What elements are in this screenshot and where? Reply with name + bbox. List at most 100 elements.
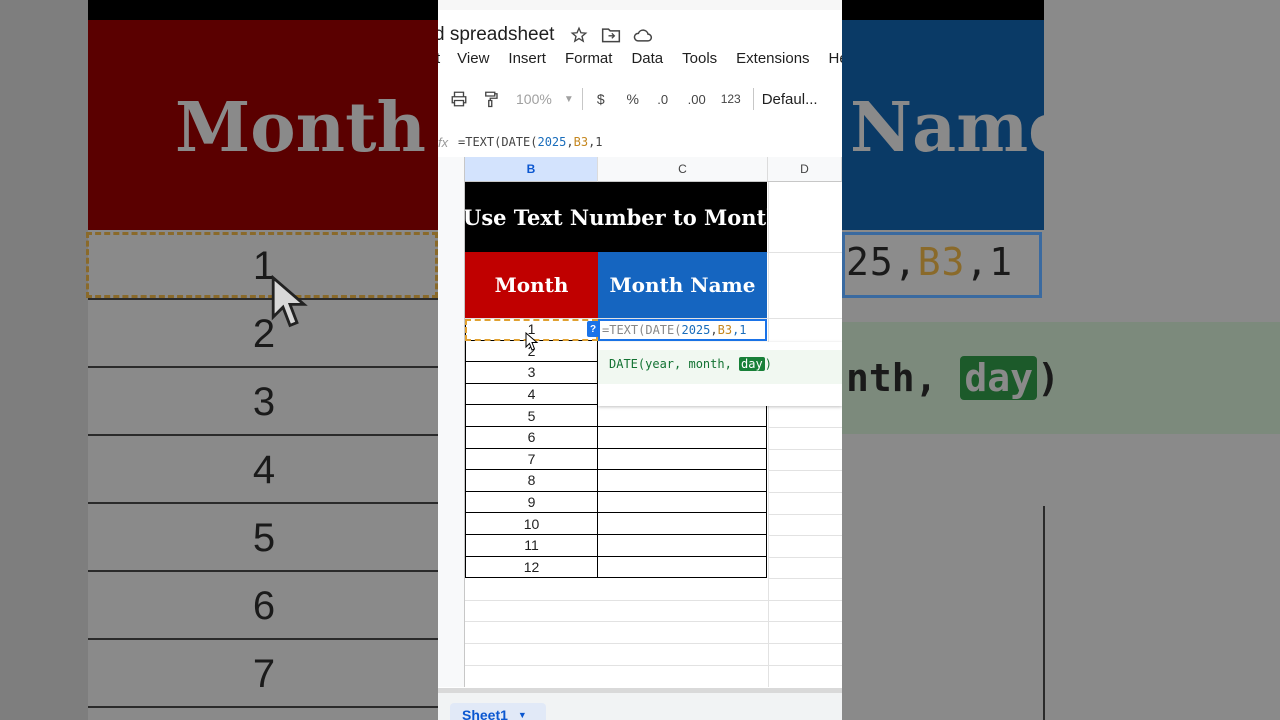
month-cell[interactable]: 10	[465, 513, 598, 535]
month-name-cell[interactable]	[598, 535, 767, 557]
gridline	[465, 643, 842, 644]
bg-name-label: Name	[850, 88, 1072, 168]
bg-number: 4	[252, 448, 276, 492]
gridline	[768, 535, 842, 536]
column-header-b[interactable]: B	[465, 157, 598, 182]
month-cell[interactable]: 12	[465, 556, 598, 579]
title-bar: d spreadsheet	[438, 22, 654, 48]
bg-number: 5	[252, 516, 276, 560]
formula-input[interactable]: =TEXT(DATE(2025,B3,1	[458, 135, 603, 149]
menu-bar: t View Insert Format Data Tools Extensio…	[438, 46, 842, 70]
bg-title-strip-right	[842, 0, 1044, 20]
month-name-cell[interactable]	[598, 491, 767, 514]
zoom-select[interactable]: 100% ▼	[516, 85, 574, 113]
formula-edit-cell[interactable]: =TEXT(DATE(2025, B3,1	[598, 319, 767, 341]
formula-bar: fx =TEXT(DATE(2025,B3,1	[438, 130, 842, 154]
document-title[interactable]: d spreadsheet	[438, 24, 554, 46]
pointer-cursor-icon	[525, 332, 539, 351]
sheet-tab-bar: Sheet1 ▼	[438, 688, 842, 720]
month-name-cell[interactable]	[598, 513, 767, 535]
toolbar: 100% ▼ $ % .0 .00 123 Defaul...	[438, 84, 842, 114]
menu-format[interactable]: Format	[565, 50, 613, 67]
gridline	[768, 449, 842, 450]
month-name-cell[interactable]	[598, 470, 767, 492]
function-signature: DATE(year, month, day)	[609, 357, 772, 371]
sheet-tab[interactable]: Sheet1 ▼	[450, 703, 546, 720]
bg-border-line	[1043, 506, 1045, 720]
bg-row-line	[88, 706, 440, 708]
window-top-strip	[438, 0, 842, 10]
column-header-c[interactable]: C	[598, 157, 768, 182]
month-name-cell[interactable]	[598, 405, 767, 427]
month-cell[interactable]: 11	[465, 535, 598, 557]
currency-format-button[interactable]: $	[591, 85, 611, 113]
star-icon[interactable]	[568, 24, 590, 46]
bg-row-line	[88, 298, 440, 300]
month-cell[interactable]: 3	[465, 362, 598, 384]
bg-number: 7	[252, 652, 276, 696]
month-name-cell[interactable]	[598, 556, 767, 579]
paint-format-icon[interactable]	[480, 85, 502, 113]
percent-format-button[interactable]: %	[623, 85, 643, 113]
menu-help[interactable]: Help	[829, 50, 842, 67]
menu-insert[interactable]: Insert	[508, 50, 546, 67]
bg-copy-selection	[86, 232, 438, 298]
sheets-window: d spreadsheet t View Insert Format Data …	[438, 0, 842, 720]
month-cell[interactable]: 9	[465, 491, 598, 514]
menu-tools[interactable]: Tools	[682, 50, 717, 67]
bg-row-line	[88, 434, 440, 436]
gridline	[465, 600, 842, 601]
gridline	[465, 621, 842, 622]
bg-row-line	[88, 570, 440, 572]
bg-number: 3	[252, 380, 276, 424]
bg-row-line	[88, 366, 440, 368]
bg-number: 6	[252, 584, 276, 628]
month-name-cell[interactable]	[598, 427, 767, 449]
gridline	[465, 665, 842, 666]
menu-view[interactable]: View	[457, 50, 489, 67]
gridline	[768, 470, 842, 471]
fx-icon: fx	[438, 134, 449, 150]
column-header-d[interactable]: D	[768, 157, 842, 182]
month-name-cell[interactable]	[598, 448, 767, 471]
bg-row-line	[88, 638, 440, 640]
month-cell[interactable]: 6	[465, 427, 598, 449]
bg-title-strip	[88, 0, 440, 20]
chevron-down-icon[interactable]: ▼	[518, 710, 527, 720]
function-hint-popup[interactable]: DATE(year, month, day)	[598, 342, 842, 406]
month-cell[interactable]: 8	[465, 470, 598, 492]
row-header-strip[interactable]	[438, 157, 465, 687]
month-name-header-cell[interactable]: Month Name	[598, 252, 767, 318]
sheet-title-cell[interactable]: Use Text Number to Month	[465, 182, 767, 252]
menu-edit[interactable]: t	[438, 50, 440, 67]
gridline	[768, 427, 842, 428]
month-cell[interactable]: 5	[465, 405, 598, 427]
font-select[interactable]: Defaul...	[762, 85, 818, 113]
increase-decimal-button[interactable]: .00	[683, 85, 711, 113]
month-cell[interactable]: 4	[465, 383, 598, 406]
month-cell[interactable]: 7	[465, 448, 598, 471]
bg-hint-fragment: nth, day)	[846, 356, 1060, 400]
menu-extensions[interactable]: Extensions	[736, 50, 809, 67]
gridline	[768, 514, 842, 515]
print-icon[interactable]	[448, 85, 470, 113]
chevron-down-icon: ▼	[563, 93, 574, 105]
gridline	[768, 557, 842, 558]
bg-month-label: Month	[175, 88, 426, 168]
move-folder-icon[interactable]	[600, 24, 622, 46]
bg-formula-fragment: 25,B3,1	[846, 240, 1014, 284]
month-header-cell[interactable]: Month	[465, 252, 598, 318]
toolbar-divider	[752, 88, 754, 110]
menu-data[interactable]: Data	[631, 50, 663, 67]
more-formats-button[interactable]: 123	[717, 85, 745, 113]
toolbar-divider	[581, 88, 583, 110]
bg-row-line	[88, 502, 440, 504]
bg-number: 2	[252, 312, 276, 356]
gridline	[768, 182, 769, 687]
video-frame: Month Name 1 2 3 4 5 6 7 25,B3,1 nth, da…	[0, 0, 1280, 720]
gridline	[768, 492, 842, 493]
decrease-decimal-button[interactable]: .0	[651, 85, 675, 113]
gridline	[768, 578, 842, 579]
bg-pointer-cursor-icon	[271, 275, 308, 328]
cloud-status-icon[interactable]	[632, 24, 654, 46]
